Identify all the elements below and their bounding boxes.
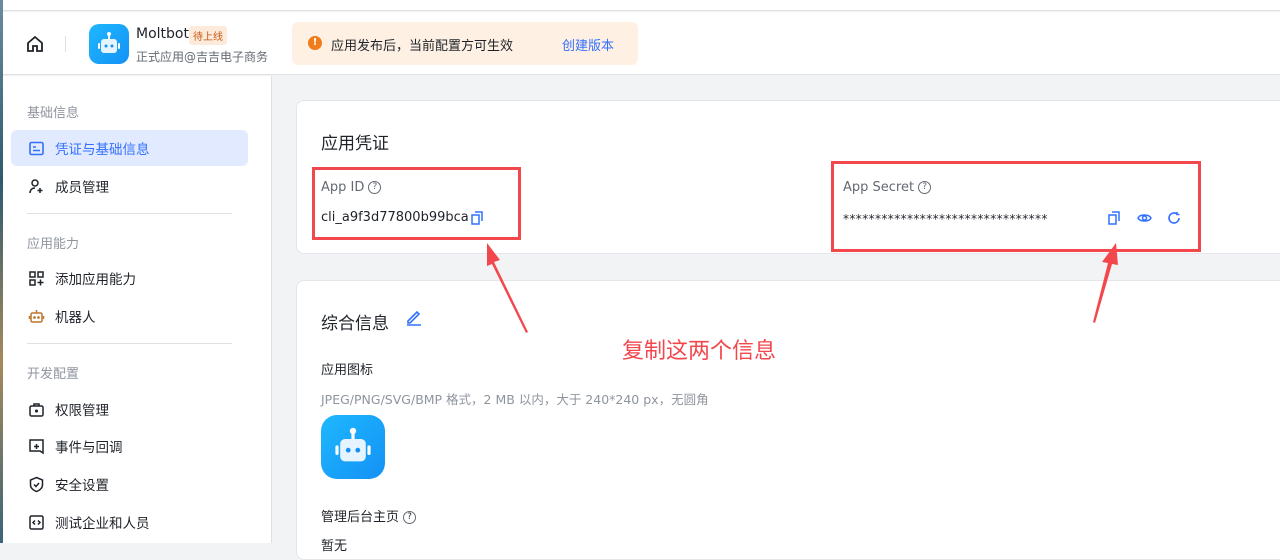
annotation-text: 复制这两个信息: [622, 339, 777, 364]
arrow-to-app-id: [487, 243, 528, 333]
arrow-to-app-secret: [1093, 243, 1118, 323]
annotation-arrows: [487, 243, 1118, 333]
